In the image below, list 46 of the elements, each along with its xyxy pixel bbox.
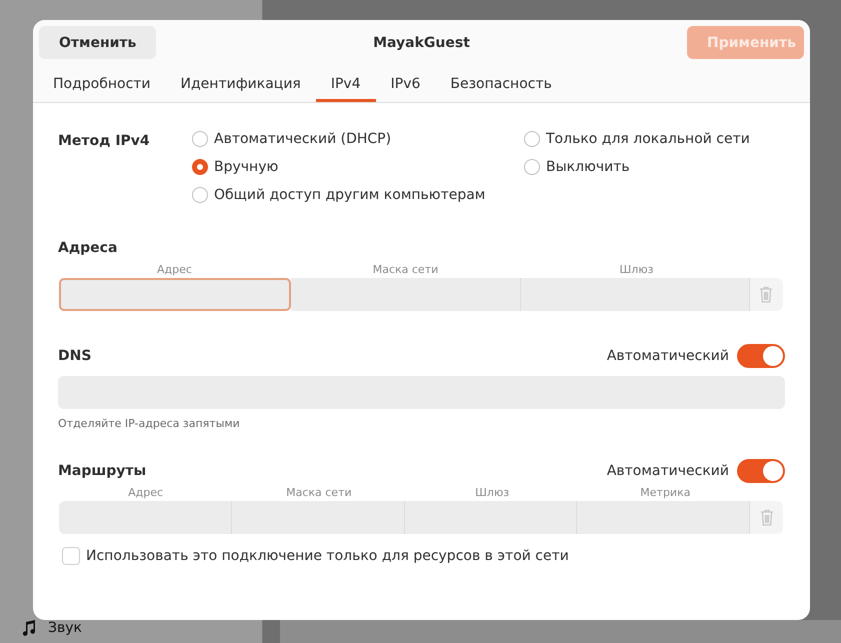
input-field[interactable] — [59, 501, 232, 534]
column-header: Шлюз — [618, 263, 654, 276]
radio-option[interactable]: Выключить — [524, 159, 750, 175]
input-field[interactable] — [232, 501, 404, 534]
toggle-label: Автоматический — [606, 348, 729, 364]
input-field[interactable] — [577, 501, 750, 534]
toggle-switch[interactable] — [737, 459, 785, 483]
column-header: Маска сети — [285, 486, 353, 499]
tab[interactable]: Идентификация — [166, 65, 316, 102]
tab[interactable]: IPv4 — [316, 65, 376, 102]
method-label: Метод IPv4 — [58, 133, 151, 151]
radio-option[interactable]: Автоматический (DHCP) — [192, 131, 524, 147]
radio-button[interactable] — [524, 159, 540, 175]
radio-option[interactable]: Вручную — [192, 159, 524, 175]
section-title: Маршруты — [58, 463, 146, 479]
radio-button[interactable] — [192, 159, 208, 175]
tab[interactable]: Безопасность — [435, 65, 567, 102]
trash-icon[interactable] — [760, 509, 774, 526]
column-header: Адрес — [156, 263, 193, 276]
input-field[interactable] — [291, 278, 521, 311]
section-title: Адреса — [58, 240, 118, 256]
input-field[interactable] — [520, 278, 750, 311]
tab[interactable]: IPv6 — [376, 65, 436, 102]
section-title: DNS — [58, 348, 92, 364]
trash-icon[interactable] — [759, 286, 774, 303]
hint-text: Отделяйте IP-адреса запятыми — [58, 417, 241, 430]
checkbox-label: Использовать это подключение только для ресурсов в этой сети — [86, 548, 569, 564]
column-header: Маска сети — [372, 263, 440, 276]
cancel-button[interactable]: Отменить — [39, 26, 156, 59]
dialog-title: MayakGuest — [373, 34, 470, 50]
music-note-icon — [22, 620, 36, 636]
radio-button[interactable] — [524, 131, 540, 147]
radio-button[interactable] — [192, 131, 208, 147]
input-field[interactable] — [59, 278, 292, 311]
radio-option[interactable]: Только для локальной сети — [524, 131, 750, 147]
input-field[interactable] — [404, 501, 578, 534]
checkbox[interactable] — [62, 547, 80, 565]
toggle-label: Автоматический — [606, 463, 729, 479]
sidebar-item[interactable]: Звук — [0, 617, 272, 639]
column-header: Адрес — [127, 486, 164, 499]
radio-button[interactable] — [192, 187, 208, 203]
toggle-switch[interactable] — [737, 344, 785, 368]
tab[interactable]: Подробности — [38, 65, 166, 102]
column-header: Метрика — [639, 486, 692, 499]
radio-option[interactable]: Общий доступ другим компьютерам — [192, 187, 524, 203]
column-header: Шлюз — [474, 486, 510, 499]
